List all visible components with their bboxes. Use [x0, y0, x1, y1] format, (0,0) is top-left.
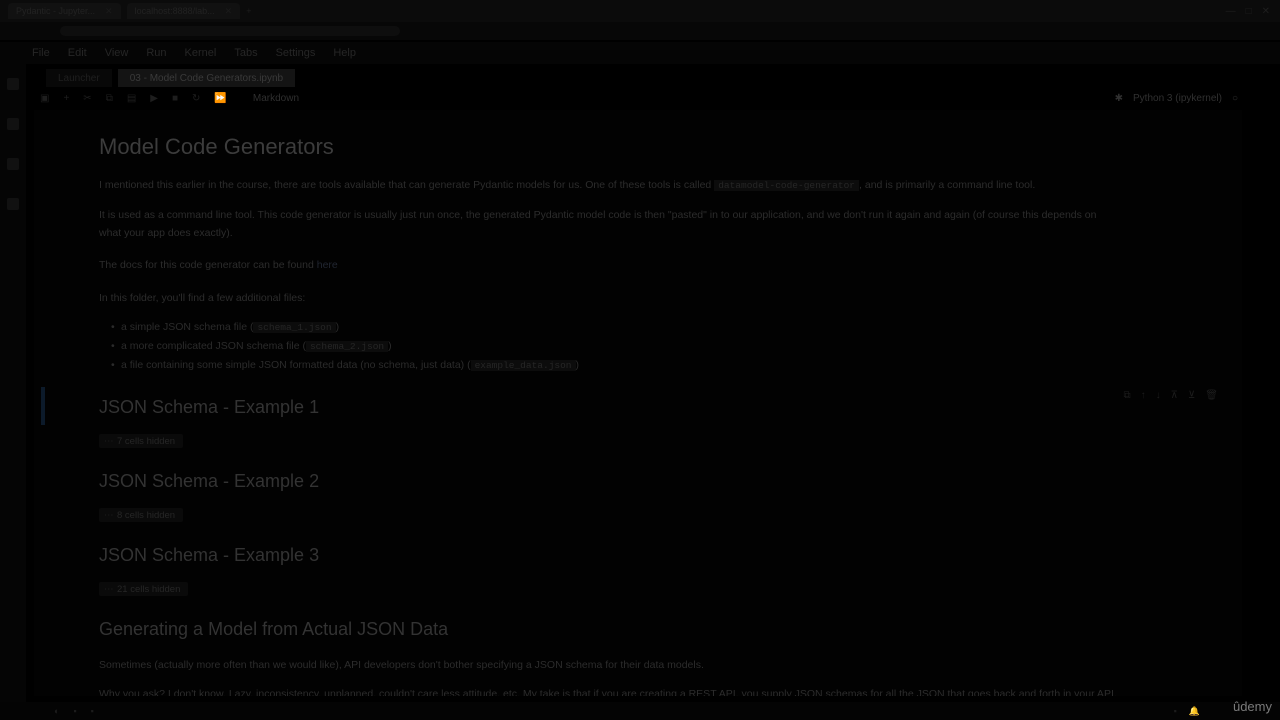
move-up-icon[interactable]: ↑	[1141, 390, 1146, 401]
menu-item-kernel[interactable]: Kernel	[185, 47, 217, 59]
browser-tab[interactable]: Pydantic - Jupyter... ✕	[8, 3, 121, 19]
insert-below-icon[interactable]: ⊻	[1188, 390, 1195, 401]
insert-above-icon[interactable]: ⊼	[1171, 390, 1178, 401]
file-list: a simple JSON schema file (schema_1.json…	[99, 318, 579, 375]
extension-icon[interactable]	[7, 198, 19, 210]
paste-icon[interactable]: ▤	[127, 93, 136, 104]
intro-text-end: , and is primarily a command line tool.	[859, 179, 1036, 191]
status-bar: ◐ ▪ ▪ ▪ 🔔	[0, 702, 1280, 720]
docs-link[interactable]: here	[317, 259, 338, 271]
document-tabs: Launcher 03 - Model Code Generators.ipyn…	[26, 68, 1280, 88]
url-field[interactable]	[60, 26, 400, 36]
run-icon[interactable]: ▶	[150, 93, 158, 104]
address-bar	[0, 22, 1280, 40]
save-icon[interactable]: ▣	[40, 93, 49, 104]
kernel-name[interactable]: Python 3 (ipykernel)	[1133, 93, 1222, 104]
kernel-status: ✱ Python 3 (ipykernel) ○	[1115, 93, 1238, 104]
stop-icon[interactable]: ■	[172, 93, 178, 104]
menu-item-view[interactable]: View	[105, 47, 129, 59]
intro-text: I mentioned this earlier in the course, …	[99, 179, 712, 191]
duplicate-cell-icon[interactable]: ⧉	[1124, 390, 1131, 401]
section-heading: JSON Schema - Example 3	[99, 545, 320, 565]
fast-forward-icon[interactable]: ⏩	[214, 93, 226, 104]
why-paragraph: Why you ask? I don't know. Lazy, inconsi…	[99, 688, 1117, 696]
schema-paragraph: Sometimes (actually more often than we w…	[99, 659, 704, 671]
folder-paragraph: In this folder, you'll find a few additi…	[99, 292, 306, 304]
close-window-icon[interactable]: ✕	[1262, 6, 1270, 17]
menu-item-file[interactable]: File	[32, 47, 50, 59]
notebook-toolbar: ▣ + ✂ ⧉ ▤ ▶ ■ ↻ ⏩ Markdown ✱ Python 3 (i…	[26, 88, 1252, 108]
browser-tab[interactable]: localhost:8888/lab... ✕	[126, 3, 241, 19]
notebook-panel: ⧉ ↑ ↓ ⊼ ⊻ 🗑 Model Code Generators I ment…	[34, 110, 1242, 696]
usage-paragraph: It is used as a command line tool. This …	[99, 206, 1096, 242]
intro-paragraph: I mentioned this earlier in the course, …	[99, 176, 1035, 195]
list-item: a file containing some simple JSON forma…	[99, 356, 579, 375]
status-item: ▪	[90, 706, 94, 716]
cell-type-select[interactable]: Markdown	[247, 93, 305, 104]
docs-paragraph: The docs for this code generator can be …	[99, 256, 338, 274]
left-sidebar	[0, 64, 26, 704]
hidden-cells-button[interactable]: 21 cells hidden	[99, 582, 189, 596]
menu-item-settings[interactable]: Settings	[276, 47, 316, 59]
close-icon[interactable]: ✕	[105, 6, 113, 17]
usage-line-1: It is used as a command line tool. This …	[99, 209, 1097, 221]
menu-item-tabs[interactable]: Tabs	[234, 47, 257, 59]
hidden-cells-button[interactable]: 8 cells hidden	[99, 508, 184, 522]
bug-icon[interactable]: ✱	[1115, 93, 1123, 104]
simple-mode-toggle[interactable]: ◐	[54, 706, 59, 716]
close-icon[interactable]: ✕	[225, 6, 233, 17]
browser-tab-bar: Pydantic - Jupyter... ✕ localhost:8888/l…	[0, 0, 1280, 22]
notification-icon[interactable]: 🔔	[1189, 706, 1200, 717]
running-icon[interactable]	[7, 118, 19, 130]
list-item: a more complicated JSON schema file (sch…	[99, 337, 579, 356]
active-cell-marker	[41, 387, 45, 425]
maximize-icon[interactable]: □	[1246, 6, 1252, 17]
restart-icon[interactable]: ↻	[192, 93, 200, 104]
section-heading: Generating a Model from Actual JSON Data	[99, 619, 449, 639]
inline-code: example_data.json	[470, 360, 576, 371]
menu-bar: File Edit View Run Kernel Tabs Settings …	[0, 42, 1280, 64]
minimize-icon[interactable]: —	[1226, 6, 1236, 17]
kernel-idle-icon: ○	[1231, 92, 1238, 104]
section-heading: JSON Schema - Example 1	[99, 397, 320, 417]
docs-text: The docs for this code generator can be …	[99, 259, 314, 271]
inline-code: schema_1.json	[253, 322, 336, 333]
notebook-title: Model Code Generators	[99, 134, 334, 159]
tab-notebook[interactable]: 03 - Model Code Generators.ipynb	[117, 69, 296, 87]
section-heading: JSON Schema - Example 2	[99, 471, 320, 491]
move-down-icon[interactable]: ↓	[1156, 390, 1161, 401]
hidden-cells-button[interactable]: 7 cells hidden	[99, 434, 184, 448]
commands-icon[interactable]	[7, 158, 19, 170]
cell-toolbar: ⧉ ↑ ↓ ⊼ ⊻ 🗑	[1124, 390, 1219, 401]
inline-code: datamodel-code-generator	[714, 180, 860, 191]
list-item: a simple JSON schema file (schema_1.json…	[99, 318, 579, 337]
status-item: ▪	[1173, 705, 1177, 716]
cut-icon[interactable]: ✂	[83, 93, 91, 104]
tab-launcher[interactable]: Launcher	[46, 69, 112, 87]
status-item: ▪	[73, 706, 77, 716]
browser-tab-label: Pydantic - Jupyter...	[16, 6, 96, 16]
window-controls: — □ ✕	[1226, 6, 1280, 17]
new-tab-icon[interactable]: +	[246, 6, 251, 16]
menu-item-run[interactable]: Run	[146, 47, 166, 59]
folder-icon[interactable]	[7, 78, 19, 90]
browser-tab-label: localhost:8888/lab...	[134, 6, 215, 16]
add-cell-icon[interactable]: +	[63, 93, 69, 104]
menu-item-help[interactable]: Help	[333, 47, 356, 59]
udemy-watermark: ûdemy	[1232, 699, 1272, 714]
menu-item-edit[interactable]: Edit	[68, 47, 87, 59]
usage-line-2: what your app does exactly).	[99, 227, 233, 239]
copy-icon[interactable]: ⧉	[106, 93, 113, 104]
inline-code: schema_2.json	[305, 341, 389, 352]
delete-cell-icon[interactable]: 🗑	[1205, 390, 1218, 401]
